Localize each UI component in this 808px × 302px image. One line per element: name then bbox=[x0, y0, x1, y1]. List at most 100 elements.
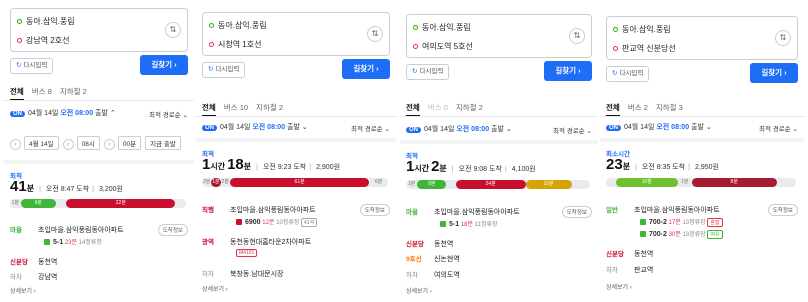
depart-time[interactable]: ON 04월 14일 오전 08:00 출발 ⌄ bbox=[202, 122, 308, 132]
route-input-box: 동아.삼익.풍림 강남역 2호선 ⇅ bbox=[10, 8, 188, 52]
origin-dot-icon bbox=[613, 27, 618, 33]
bus-line[interactable]: 700-2 17분 13정류장 혼잡 bbox=[640, 217, 723, 227]
swap-icon[interactable]: ⇅ bbox=[165, 22, 181, 38]
depart-time[interactable]: ON 04월 14일 오전 08:00 출발 ⌄ bbox=[606, 122, 712, 132]
subway-icon: 신분당 bbox=[406, 241, 424, 248]
origin-field[interactable]: 동아.삼익.풍림 bbox=[613, 24, 671, 35]
arrival-info-button[interactable]: 도착정보 bbox=[157, 224, 188, 236]
bus-line[interactable]: M4101 bbox=[236, 249, 258, 257]
bus-icon: 마을 bbox=[406, 209, 418, 216]
tab-bus[interactable]: 버스 2 bbox=[628, 103, 648, 112]
depart-time[interactable]: ON 04월 14일 오전 08:00 출발 ⌄ bbox=[406, 124, 512, 134]
swap-icon[interactable]: ⇅ bbox=[775, 30, 791, 46]
timeline-segment: 10분 bbox=[615, 178, 679, 187]
route-panel-4: 동아.삼익.풍림 판교역 신분당선 ⇅ ↻ 다시입력 길찾기 › 전체 버스 2 지하… bbox=[600, 10, 804, 300]
divider bbox=[4, 100, 194, 101]
route-input-box: 동아.삼익.풍림 여의도역 5호선 ⇅ bbox=[406, 14, 592, 58]
sort-select[interactable]: 최적 경로순 ⌄ bbox=[553, 125, 592, 135]
detail-link[interactable]: 상세보기 › bbox=[202, 284, 228, 293]
destination-field[interactable]: 여의도역 5호선 bbox=[413, 41, 473, 52]
bus-line[interactable]: 5-1 23분 14정류장 bbox=[44, 237, 102, 246]
destination-field[interactable]: 강남역 2호선 bbox=[17, 35, 69, 46]
search-route-button[interactable]: 길찾기 › bbox=[544, 61, 592, 81]
bus-line[interactable]: 5-1 18분 11정류장 bbox=[440, 219, 497, 228]
origin-field[interactable]: 동아.삼익.풍림 bbox=[209, 20, 267, 31]
detail-link[interactable]: 상세보기 › bbox=[406, 286, 432, 295]
timeline-segment bbox=[446, 180, 456, 189]
tab-all[interactable]: 전체 bbox=[606, 103, 620, 117]
timeline-segment: 1분 bbox=[211, 178, 221, 187]
timeline-segment: 1분 bbox=[678, 178, 692, 187]
divider bbox=[600, 116, 804, 117]
tab-all[interactable]: 전체 bbox=[202, 103, 216, 117]
reload-button[interactable]: ↻ 다시입력 bbox=[202, 62, 246, 78]
arrival-info-button[interactable]: 도착정보 bbox=[767, 204, 798, 216]
tab-subway[interactable]: 지하철 2 bbox=[256, 103, 283, 112]
sort-select[interactable]: 최적 경로순 ⌄ bbox=[351, 123, 390, 133]
step-alight: 하차 판교역 bbox=[606, 267, 654, 274]
origin-field[interactable]: 동아.삼익.풍림 bbox=[17, 16, 75, 27]
destination-dot-icon bbox=[17, 38, 22, 44]
destination-dot-icon bbox=[413, 44, 418, 50]
origin-field[interactable]: 동아.삼익.풍림 bbox=[413, 22, 471, 33]
destination-field[interactable]: 시청역 1호선 bbox=[209, 39, 261, 50]
time-settings: ‹ 4월 14일 ‹ 08시 ‹ 00분 지금 출발 bbox=[10, 136, 181, 150]
detail-link[interactable]: 상세보기 › bbox=[10, 286, 36, 295]
depart-now-button[interactable]: 지금 출발 bbox=[145, 136, 181, 150]
tab-subway[interactable]: 지하철 2 bbox=[60, 87, 87, 96]
subway-icon: 신분당 bbox=[10, 259, 28, 266]
refresh-icon: ↻ bbox=[612, 70, 618, 77]
tab-bus[interactable]: 버스 10 bbox=[224, 103, 248, 112]
arrival-info-button[interactable]: 도착정보 bbox=[561, 206, 592, 218]
tab-all[interactable]: 전체 bbox=[406, 103, 420, 117]
timeline-segment: 61분 bbox=[229, 178, 370, 187]
bus-line[interactable]: 700-2 30분 13정류장 여유 bbox=[640, 229, 723, 239]
timeline-segment: 9분 bbox=[20, 199, 56, 208]
destination-field[interactable]: 판교역 신분당선 bbox=[613, 43, 676, 54]
tab-all[interactable]: 전체 bbox=[10, 87, 24, 101]
route-duration[interactable]: 1시간 2분 | 오전 9:08 도착 | 4,100원 bbox=[406, 158, 536, 176]
chevron-left-icon[interactable]: ‹ bbox=[10, 139, 21, 150]
tab-bus[interactable]: 버스 0 bbox=[428, 103, 448, 112]
swap-icon[interactable]: ⇅ bbox=[569, 28, 585, 44]
arrival-info-button[interactable]: 도착정보 bbox=[359, 204, 390, 216]
on-badge: ON bbox=[606, 125, 621, 131]
search-route-button[interactable]: 길찾기 › bbox=[342, 59, 390, 79]
divider bbox=[4, 160, 194, 164]
tab-bar: 전체 버스 2 지하철 3 bbox=[606, 102, 691, 117]
divider bbox=[196, 116, 396, 117]
bus-icon: 직행 bbox=[202, 207, 214, 214]
chevron-left-icon[interactable]: ‹ bbox=[62, 139, 74, 150]
refresh-icon: ↻ bbox=[412, 68, 418, 75]
on-badge: ON bbox=[406, 127, 421, 133]
step-transfer: 광역 동천동현대홈타운2차아파트 bbox=[202, 236, 390, 247]
sort-select[interactable]: 최적 경로순 ⌄ bbox=[149, 109, 188, 119]
reload-button[interactable]: ↻ 다시입력 bbox=[606, 66, 650, 82]
swap-icon[interactable]: ⇅ bbox=[367, 26, 383, 42]
search-route-button[interactable]: 길찾기 › bbox=[750, 63, 798, 83]
bus-line[interactable]: 6900 12분 10정류장 41석 bbox=[236, 217, 318, 227]
depart-time[interactable]: ON 04월 14일 오전 08:00 출발 ⌃ bbox=[10, 108, 116, 118]
timeline-segment: 16분 bbox=[525, 180, 572, 189]
bus-icon: 일반 bbox=[606, 207, 618, 214]
refresh-icon: ↻ bbox=[16, 62, 22, 69]
tab-bar: 전체 버스 8 지하철 2 bbox=[10, 86, 95, 101]
chevron-left-icon[interactable]: ‹ bbox=[103, 139, 115, 150]
hour-select[interactable]: 08시 bbox=[76, 136, 100, 150]
sort-select[interactable]: 최적 경로순 ⌄ bbox=[759, 123, 798, 133]
reload-button[interactable]: ↻ 다시입력 bbox=[406, 64, 450, 80]
timeline-segment: 2분 bbox=[220, 178, 230, 187]
route-duration[interactable]: 1시간 18분 | 오전 9:23 도착 | 2,900원 bbox=[202, 156, 340, 174]
search-route-button[interactable]: 길찾기 › bbox=[140, 55, 188, 75]
bus-icon bbox=[236, 219, 242, 226]
route-duration[interactable]: 23분 | 오전 8:35 도착 | 2,950원 bbox=[606, 156, 719, 174]
tab-subway[interactable]: 지하철 3 bbox=[656, 103, 683, 112]
timeline-segment: 2분 bbox=[202, 178, 212, 187]
minute-select[interactable]: 00분 bbox=[117, 136, 142, 150]
route-duration[interactable]: 41분 | 오전 8:47 도착 | 3,200원 bbox=[10, 178, 123, 196]
tab-bus[interactable]: 버스 8 bbox=[32, 87, 52, 96]
tab-subway[interactable]: 지하철 2 bbox=[456, 103, 483, 112]
detail-link[interactable]: 상세보기 › bbox=[606, 282, 632, 291]
date-select[interactable]: 4월 14일 bbox=[24, 136, 59, 150]
reload-button[interactable]: ↻ 다시입력 bbox=[10, 58, 54, 74]
